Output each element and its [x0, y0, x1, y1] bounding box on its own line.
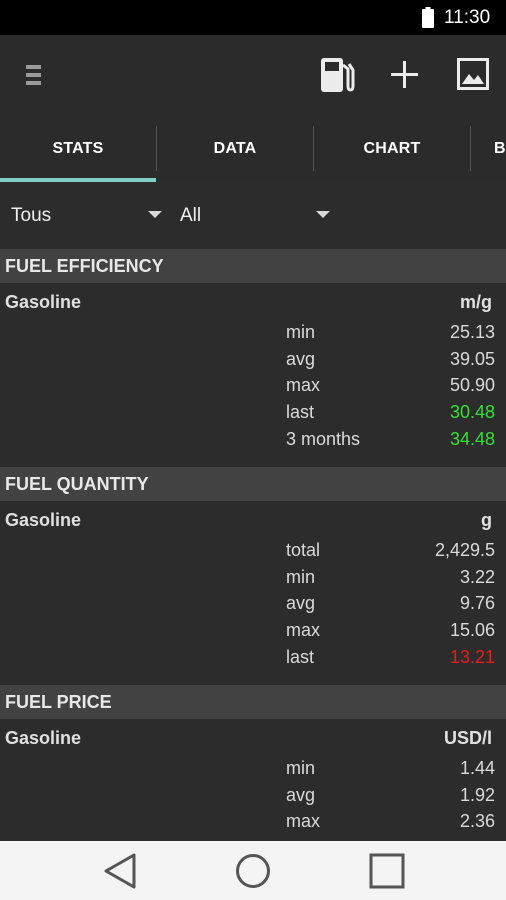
fuel-name: Gasoline: [5, 292, 82, 312]
section-header-fuel-price: FUEL PRICE: [0, 685, 506, 719]
stat-row: last 30.48: [0, 399, 506, 426]
stat-label: avg: [286, 593, 316, 613]
stat-value: 1.92: [459, 785, 495, 805]
tab-label: CHART: [363, 139, 421, 157]
tab-bi[interactable]: BI: [471, 115, 506, 182]
tab-bar: STATS DATA CHART BI: [0, 115, 506, 182]
tab-label: DATA: [213, 139, 257, 157]
section-title: FUEL EFFICIENCY: [5, 255, 164, 276]
period-spinner-value: All: [180, 204, 202, 226]
section-fuel-quantity: Gasoline g total 2,429.5 min 3.22 avg 9.…: [0, 501, 506, 684]
add-icon[interactable]: [390, 60, 419, 89]
tab-data[interactable]: DATA: [157, 115, 313, 182]
stat-label: avg: [286, 785, 316, 805]
unit-label: USD/l: [443, 728, 492, 748]
stat-label: min: [286, 322, 316, 342]
stat-value: 34.48: [449, 429, 495, 449]
stat-row: min 25.13: [0, 319, 506, 346]
section-title: FUEL QUANTITY: [5, 473, 149, 494]
fuel-pump-icon[interactable]: [319, 56, 355, 94]
stat-row: avg 9.76: [0, 590, 506, 617]
app-toolbar: [0, 35, 506, 115]
unit-label: g: [481, 510, 492, 530]
stat-row: 3 months 34.48: [0, 426, 506, 453]
stat-label: 3 months: [286, 429, 361, 449]
stat-value: 2,429.5: [434, 540, 495, 560]
stat-value: 15.06: [449, 620, 495, 640]
stat-row: max 15.06: [0, 617, 506, 644]
stat-label: min: [286, 758, 316, 778]
stat-label: max: [286, 375, 321, 395]
stat-value: 2.36: [459, 811, 495, 831]
menu-icon[interactable]: [26, 62, 42, 88]
stat-value: 39.05: [449, 349, 495, 369]
unit-label: m/g: [459, 292, 492, 312]
vehicle-spinner[interactable]: Tous: [11, 182, 166, 249]
dropdown-arrow-icon: [316, 211, 330, 218]
stat-row: total 2,429.5: [0, 537, 506, 564]
stat-value: 9.76: [459, 593, 495, 613]
section-header-fuel-quantity: FUEL QUANTITY: [0, 467, 506, 501]
stat-label: max: [286, 811, 321, 831]
dropdown-arrow-icon: [148, 211, 162, 218]
stat-row: max 2.36: [0, 808, 506, 835]
section-fuel-price: Gasoline USD/l min 1.44 avg 1.92 max 2.3…: [0, 719, 506, 841]
stat-value: 30.48: [449, 402, 495, 422]
system-nav-bar: [0, 841, 506, 900]
stat-value: 3.22: [459, 567, 495, 587]
stat-label: last: [286, 402, 315, 422]
tab-stats[interactable]: STATS: [0, 115, 156, 182]
home-icon[interactable]: [235, 853, 271, 889]
stat-row: avg 1.92: [0, 782, 506, 809]
back-icon[interactable]: [103, 853, 137, 889]
fuel-name: Gasoline: [5, 728, 82, 748]
fuel-name: Gasoline: [5, 510, 82, 530]
recents-icon[interactable]: [369, 853, 405, 889]
stat-value: 13.21: [449, 647, 495, 667]
stat-label: avg: [286, 349, 316, 369]
filter-bar: Tous All: [0, 182, 506, 249]
stat-row: avg 39.05: [0, 346, 506, 373]
stat-label: last: [286, 647, 315, 667]
tab-chart[interactable]: CHART: [314, 115, 470, 182]
battery-full-icon: [422, 7, 434, 28]
stat-row: last 13.21: [0, 644, 506, 671]
stat-value: 1.44: [459, 758, 495, 778]
stat-value: 25.13: [449, 322, 495, 342]
stat-row: max 50.90: [0, 372, 506, 399]
image-icon[interactable]: [457, 58, 489, 90]
vehicle-spinner-value: Tous: [11, 204, 52, 226]
stat-value: 50.90: [449, 375, 495, 395]
tab-label: STATS: [52, 139, 104, 157]
tab-label: BI: [494, 139, 506, 157]
section-title: FUEL PRICE: [5, 691, 112, 712]
stat-label: max: [286, 620, 321, 640]
status-bar: 11:30: [0, 0, 506, 35]
period-spinner[interactable]: All: [180, 182, 335, 249]
stat-label: min: [286, 567, 316, 587]
stat-label: total: [286, 540, 321, 560]
status-time: 11:30: [444, 7, 491, 28]
stat-row: min 1.44: [0, 755, 506, 782]
section-fuel-efficiency: Gasoline m/g min 25.13 avg 39.05 max 50.…: [0, 283, 506, 466]
section-header-fuel-efficiency: FUEL EFFICIENCY: [0, 249, 506, 283]
stat-row: min 3.22: [0, 564, 506, 591]
